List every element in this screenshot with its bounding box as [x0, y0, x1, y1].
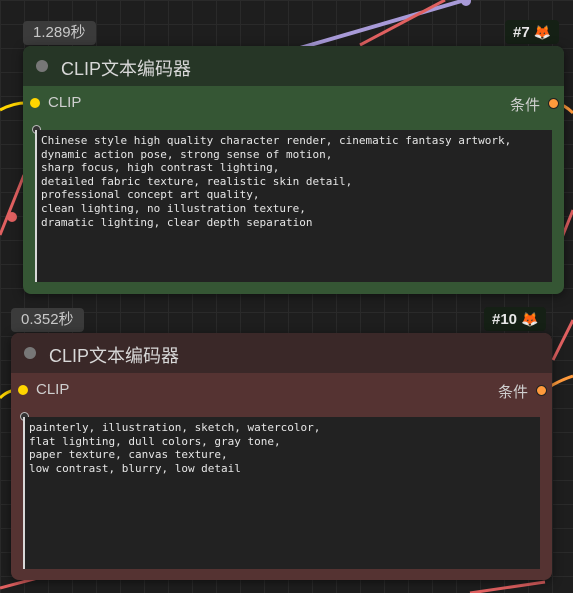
wire-lavender-point: [461, 0, 471, 6]
node-10-id: #10: [492, 311, 518, 328]
conditioning-output-slot[interactable]: [548, 98, 559, 109]
clip-input-label: CLIP: [48, 94, 82, 111]
wire-red-bottom-2: [469, 580, 546, 593]
conditioning-output-slot[interactable]: [536, 385, 547, 396]
node-10-title: CLIP文本编码器: [49, 346, 180, 366]
node-7-timing: 1.289秒: [23, 21, 96, 45]
conditioning-output-label: 条件: [497, 384, 528, 401]
node-7-slots: CLIP 条件: [23, 86, 564, 120]
fox-icon: 🦊: [533, 24, 552, 40]
conditioning-output-label: 条件: [509, 97, 540, 114]
negative-prompt-textarea[interactable]: painterly, illustration, sketch, waterco…: [23, 417, 540, 569]
fox-icon: 🦊: [521, 311, 539, 327]
node-10-slots: CLIP 条件: [11, 373, 552, 407]
positive-prompt-textarea[interactable]: Chinese style high quality character ren…: [35, 130, 552, 282]
node-7-body: CLIP 条件 Chinese style high quality chara…: [23, 86, 564, 282]
wire-red-right-2: [551, 319, 573, 361]
node-7-title: CLIP文本编码器: [61, 59, 192, 79]
node-clip-text-encode-10[interactable]: CLIP文本编码器 CLIP 条件 painterly, illustratio…: [11, 333, 552, 580]
node-10-body: CLIP 条件 painterly, illustration, sketch,…: [11, 373, 552, 569]
clip-input-slot[interactable]: [18, 385, 28, 395]
clip-input-slot[interactable]: [30, 98, 40, 108]
node-10-timing: 0.352秒: [11, 308, 84, 332]
node-10-id-badge: #10 🦊: [484, 307, 547, 331]
clip-input-label: CLIP: [36, 381, 70, 398]
node-graph-canvas[interactable]: 1.289秒 #7 🦊 CLIP文本编码器 CLIP 条件 Chinese sty…: [0, 0, 573, 593]
wire-lavender: [299, 0, 466, 50]
node-clip-text-encode-7[interactable]: CLIP文本编码器 CLIP 条件 Chinese style high qua…: [23, 46, 564, 294]
node-7-header[interactable]: CLIP文本编码器: [23, 46, 564, 86]
node-10-header[interactable]: CLIP文本编码器: [11, 333, 552, 373]
collapse-dot-icon[interactable]: [24, 347, 36, 359]
collapse-dot-icon[interactable]: [36, 60, 48, 72]
wire-red-top: [359, 0, 446, 47]
wire-red-point: [7, 212, 17, 222]
node-7-id: #7: [513, 24, 530, 41]
node-7-id-badge: #7 🦊: [505, 20, 560, 44]
wire-red-left: [0, 174, 26, 236]
